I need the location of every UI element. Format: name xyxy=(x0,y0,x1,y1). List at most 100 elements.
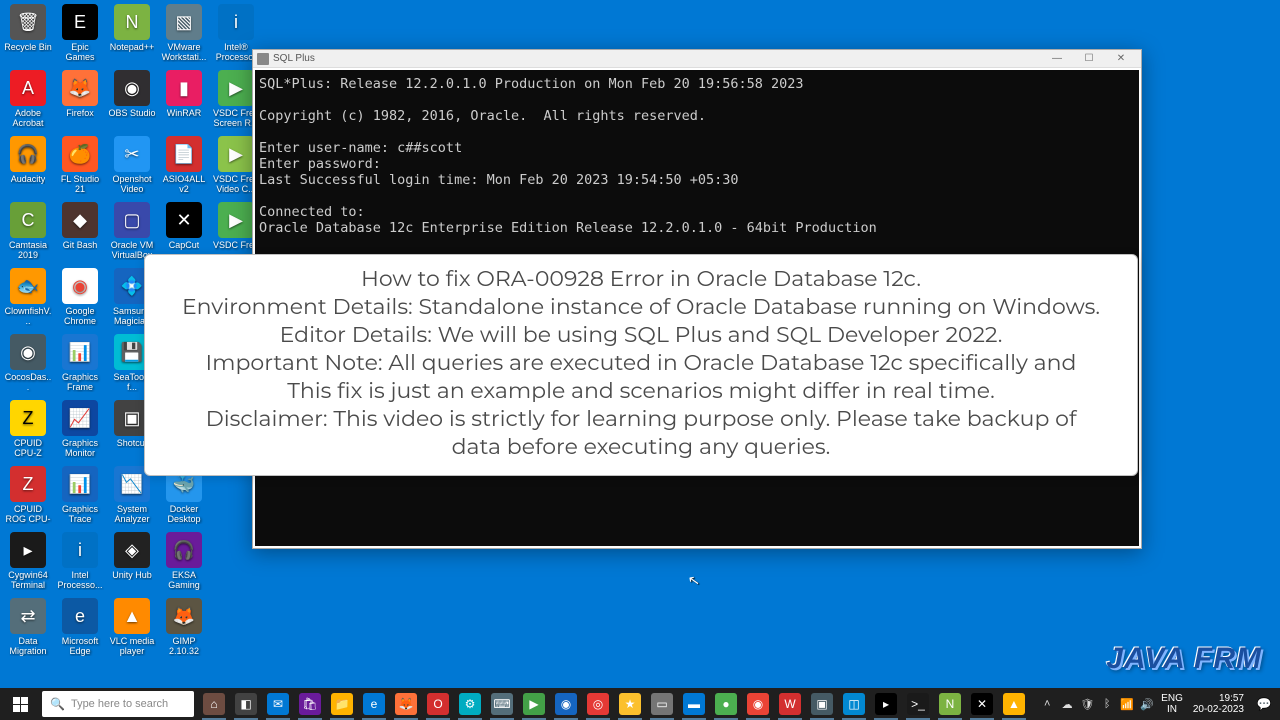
icon-label: VMware Workstati... xyxy=(160,42,208,62)
taskbar-app[interactable]: ▶ xyxy=(518,688,550,720)
desktop-icon[interactable]: EEpic Games Launcher xyxy=(56,4,104,70)
desktop-icon[interactable]: ▸Cygwin64 Terminal xyxy=(4,532,52,598)
desktop-icon[interactable]: 🐟ClownfishV... xyxy=(4,268,52,334)
close-button[interactable]: ✕ xyxy=(1105,51,1137,67)
taskbar-app[interactable]: ◉ xyxy=(742,688,774,720)
taskbar-app[interactable]: 🛍 xyxy=(294,688,326,720)
desktop-icon[interactable]: ✂Openshot Video Editor xyxy=(108,136,156,202)
app-icon: ◈ xyxy=(114,532,150,568)
taskbar-app[interactable]: ◧ xyxy=(230,688,262,720)
desktop-icon[interactable]: ◉Google Chrome xyxy=(56,268,104,334)
desktop-icon[interactable]: iIntel Processo... xyxy=(56,532,104,598)
app-icon: ◉ xyxy=(114,70,150,106)
icon-label: Graphics Monitor xyxy=(56,438,104,458)
overlay-line: This fix is just an example and scenario… xyxy=(161,377,1121,405)
taskbar-app[interactable]: ✕ xyxy=(966,688,998,720)
desktop-icon[interactable]: 📊Graphics Trace Analy... xyxy=(56,466,104,532)
start-button[interactable] xyxy=(2,688,38,720)
tray-onedrive-icon[interactable]: ☁ xyxy=(1057,688,1077,720)
taskbar-app[interactable]: ▣ xyxy=(806,688,838,720)
desktop-icon[interactable]: ▧VMware Workstati... xyxy=(160,4,208,70)
minimize-button[interactable]: — xyxy=(1041,51,1073,67)
desktop-icon[interactable]: ⇄Data Migration xyxy=(4,598,52,664)
app-icon: 📊 xyxy=(62,334,98,370)
icon-label: Docker Desktop xyxy=(160,504,208,524)
tray-chevron-icon[interactable]: ˄ xyxy=(1037,688,1057,720)
desktop-icon[interactable]: NNotepad++ xyxy=(108,4,156,70)
app-icon: N xyxy=(939,693,961,715)
desktop-icon[interactable]: ◆Git Bash xyxy=(56,202,104,268)
desktop-icon[interactable]: ▮WinRAR xyxy=(160,70,208,136)
date: 20-02-2023 xyxy=(1193,704,1244,715)
app-icon: ▢ xyxy=(114,202,150,238)
desktop-icon[interactable]: 🍊FL Studio 21 xyxy=(56,136,104,202)
app-icon: 🦊 xyxy=(395,693,417,715)
desktop-icon[interactable]: ◈Unity Hub xyxy=(108,532,156,598)
app-icon: ◉ xyxy=(62,268,98,304)
desktop-icon[interactable]: 🦊GIMP 2.10.32 xyxy=(160,598,208,664)
desktop-icon[interactable]: 🗑Recycle Bin xyxy=(4,4,52,70)
desktop-icon[interactable]: ◉OBS Studio xyxy=(108,70,156,136)
app-icon: 📁 xyxy=(331,693,353,715)
taskbar-app[interactable]: ⌨ xyxy=(486,688,518,720)
tray-volume-icon[interactable]: 🔊 xyxy=(1137,688,1157,720)
desktop-icon[interactable]: CCamtasia 2019 xyxy=(4,202,52,268)
app-icon: ▶ xyxy=(218,136,254,172)
taskbar-app[interactable]: >_ xyxy=(902,688,934,720)
taskbar-app[interactable]: ◎ xyxy=(582,688,614,720)
desktop-icon[interactable]: ◉CocosDas... xyxy=(4,334,52,400)
desktop-icon[interactable]: ZCPUID CPU-Z xyxy=(4,400,52,466)
icon-label: Audacity xyxy=(11,174,46,184)
app-icon: ◫ xyxy=(843,693,865,715)
taskbar-app[interactable]: ✉ xyxy=(262,688,294,720)
app-icon: ▶ xyxy=(218,70,254,106)
taskbar-app[interactable]: ▸ xyxy=(870,688,902,720)
tray-bluetooth-icon[interactable]: ᛒ xyxy=(1097,688,1117,720)
desktop-icon[interactable]: 🎧EKSA Gaming Headset xyxy=(160,532,208,598)
maximize-button[interactable]: ☐ xyxy=(1073,51,1105,67)
taskbar-app[interactable]: ◉ xyxy=(550,688,582,720)
taskbar-app[interactable]: ● xyxy=(710,688,742,720)
desktop-icon[interactable]: 🎧Audacity xyxy=(4,136,52,202)
icon-label: CocosDas... xyxy=(4,372,52,392)
desktop-icon[interactable]: 📊Graphics Frame Anal... xyxy=(56,334,104,400)
taskbar-app[interactable]: e xyxy=(358,688,390,720)
taskbar-app[interactable]: ▭ xyxy=(646,688,678,720)
taskbar-app[interactable]: ◫ xyxy=(838,688,870,720)
tray-wifi-icon[interactable]: 📶 xyxy=(1117,688,1137,720)
taskbar-app[interactable]: W xyxy=(774,688,806,720)
desktop-icon[interactable]: 🦊Firefox xyxy=(56,70,104,136)
taskbar-app[interactable]: ⚙ xyxy=(454,688,486,720)
icon-label: Git Bash xyxy=(63,240,98,250)
desktop-icon[interactable]: eMicrosoft Edge xyxy=(56,598,104,664)
language-indicator[interactable]: ENG IN xyxy=(1157,693,1187,715)
desktop-icon[interactable]: AAdobe Acrobat xyxy=(4,70,52,136)
taskbar-app[interactable]: O xyxy=(422,688,454,720)
app-icon: A xyxy=(10,70,46,106)
desktop-icon[interactable]: 📈Graphics Monitor xyxy=(56,400,104,466)
desktop-icon[interactable]: 📄ASIO4ALL v2 Instructio... xyxy=(160,136,208,202)
icon-label: VLC media player xyxy=(108,636,156,656)
titlebar[interactable]: SQL Plus — ☐ ✕ xyxy=(253,50,1141,68)
taskbar-app[interactable]: 🦊 xyxy=(390,688,422,720)
taskbar-app[interactable]: ★ xyxy=(614,688,646,720)
tray-defender-icon[interactable]: 🛡 xyxy=(1077,688,1097,720)
icon-label: System Analyzer 20... xyxy=(108,504,156,524)
taskbar-app[interactable]: ▬ xyxy=(678,688,710,720)
app-icon: 🎧 xyxy=(166,532,202,568)
icon-label: Graphics Trace Analy... xyxy=(56,504,104,524)
taskbar-app[interactable]: N xyxy=(934,688,966,720)
info-overlay: How to fix ORA-00928 Error in Oracle Dat… xyxy=(144,254,1138,476)
taskbar-app[interactable]: 📁 xyxy=(326,688,358,720)
taskbar-app[interactable]: ▲ xyxy=(998,688,1030,720)
overlay-line: data before executing any queries. xyxy=(161,433,1121,461)
notifications-button[interactable]: 💬 xyxy=(1250,697,1278,711)
icon-label: Shotcut xyxy=(117,438,148,448)
desktop-icon[interactable]: ▲VLC media player xyxy=(108,598,156,664)
desktop-icon[interactable]: ZCPUID ROG CPU-Z xyxy=(4,466,52,532)
taskbar-app[interactable]: ⌂ xyxy=(198,688,230,720)
search-box[interactable]: 🔍 Type here to search xyxy=(42,691,194,717)
app-icon: Z xyxy=(10,466,46,502)
icon-label: GIMP 2.10.32 xyxy=(160,636,208,656)
clock[interactable]: 19:57 20-02-2023 xyxy=(1187,693,1250,715)
